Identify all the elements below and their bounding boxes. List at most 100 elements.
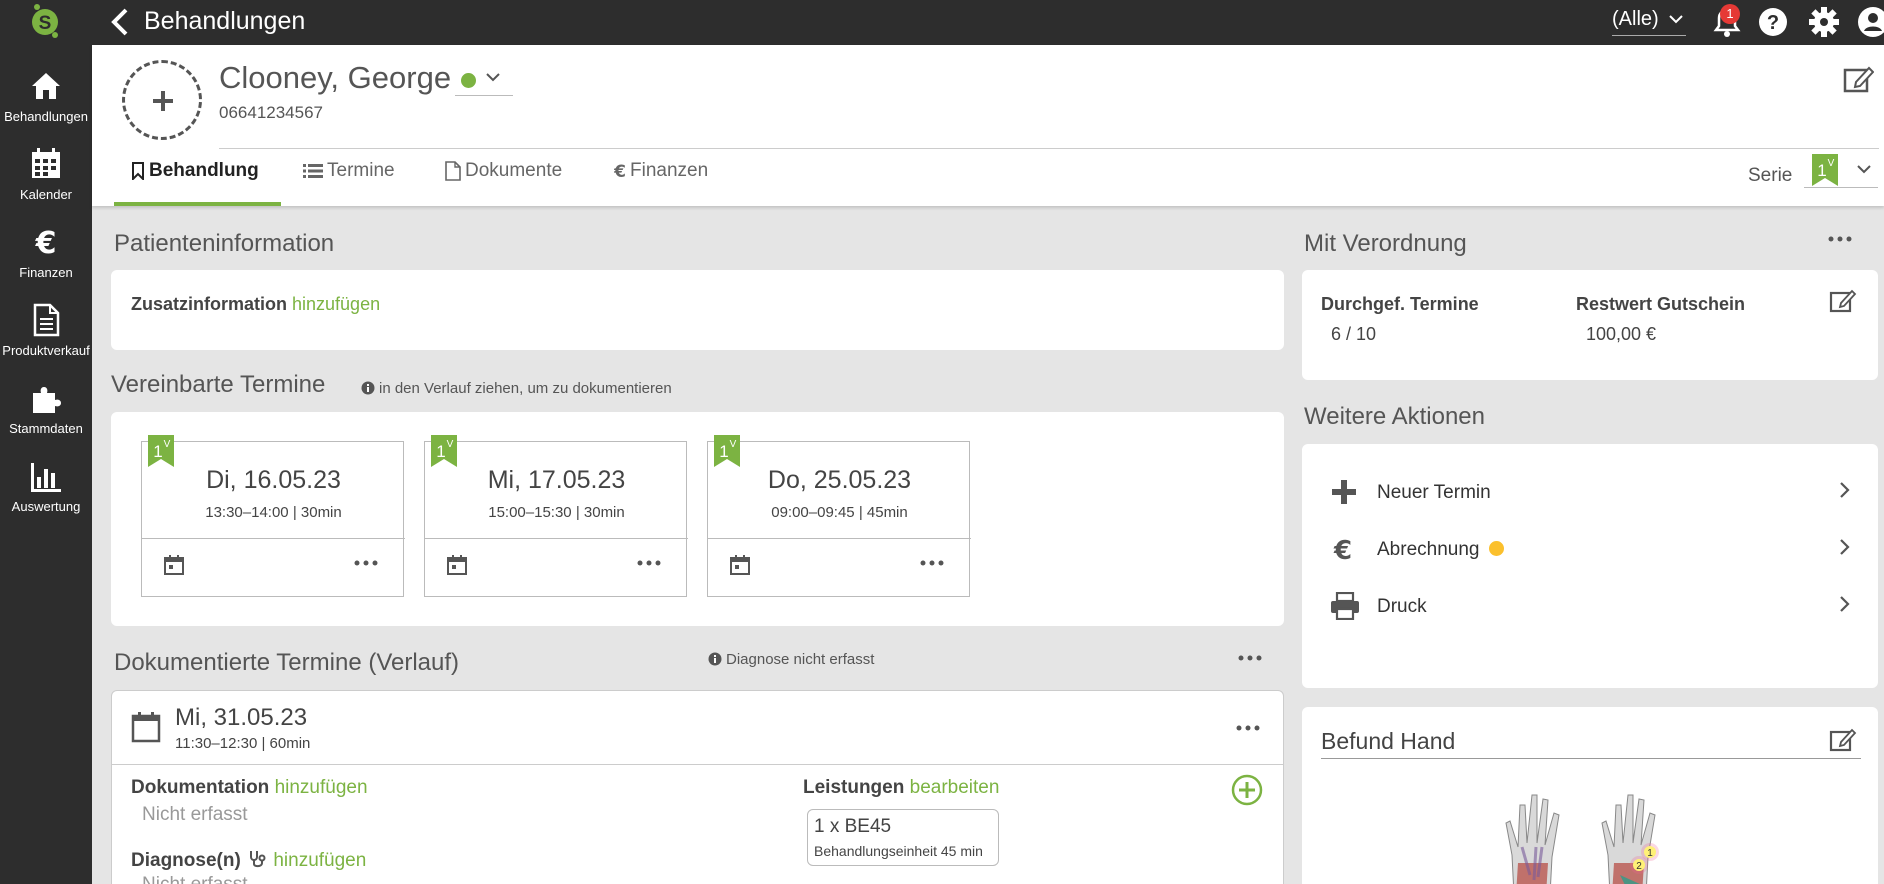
calendar-icon xyxy=(131,711,161,743)
dokumentation-add-link[interactable]: hinzufügen xyxy=(275,777,368,798)
zusatzinformation-add-link[interactable]: hinzufügen xyxy=(292,294,380,314)
calendar-icon[interactable] xyxy=(730,555,750,575)
diagnose-row: Diagnose(n) hinzufügen xyxy=(131,849,366,872)
chevron-down-icon xyxy=(485,70,501,84)
add-circle-icon[interactable] xyxy=(1231,774,1263,806)
file-icon xyxy=(445,161,461,181)
svg-text:V: V xyxy=(1828,158,1835,169)
appointment-card[interactable]: 1V Mi, 17.05.23 15:00–15:30 | 30min xyxy=(424,435,688,597)
left-hand-illustration xyxy=(1505,794,1560,884)
termine-hint-text: in den Verlauf ziehen, um zu dokumentier… xyxy=(379,380,672,397)
tab-finanzen[interactable]: € Finanzen xyxy=(614,160,708,206)
status-dot xyxy=(461,73,476,88)
befund-title: Befund Hand xyxy=(1321,728,1456,754)
serie-badge: 1V xyxy=(1812,154,1838,191)
dokumentation-value: Nicht erfasst xyxy=(142,804,248,825)
restwert-gutschein-value: 100,00 € xyxy=(1586,324,1657,344)
help-icon[interactable]: ? xyxy=(1758,7,1788,37)
tab-behandlung[interactable]: Behandlung xyxy=(114,160,281,206)
action-druck[interactable]: Druck xyxy=(1302,582,1878,632)
chevron-right-icon xyxy=(1838,537,1852,557)
more-options-icon[interactable] xyxy=(920,560,944,566)
hand-anatomy-illustration[interactable]: 1 2 xyxy=(1502,785,1672,884)
serie-label: Serie xyxy=(1748,165,1793,186)
calendar-icon[interactable] xyxy=(447,555,467,575)
more-options-icon[interactable] xyxy=(637,560,661,566)
diagnose-label: Diagnose(n) xyxy=(131,850,241,871)
info-icon xyxy=(708,652,722,666)
patient-status-select[interactable] xyxy=(455,66,513,96)
termine-hint: in den Verlauf ziehen, um zu dokumentier… xyxy=(361,380,672,397)
filter-select[interactable]: (Alle) xyxy=(1612,8,1686,36)
app-logo[interactable]: S xyxy=(26,2,64,40)
sidebar-item-label: Behandlungen xyxy=(4,109,88,124)
action-abrechnung[interactable]: € Abrechnung xyxy=(1302,525,1878,575)
appointment-time: 15:00–15:30 | 30min xyxy=(488,504,625,521)
tab-dokumente[interactable]: Dokumente xyxy=(445,160,562,206)
edit-icon[interactable] xyxy=(1829,288,1857,314)
more-options-icon[interactable] xyxy=(1236,725,1260,731)
durchgef-termine-label: Durchgef. Termine xyxy=(1321,294,1479,314)
section-title-vereinbarte-termine: Vereinbarte Termine xyxy=(111,371,326,398)
bar-chart-icon xyxy=(29,459,63,493)
more-options-icon[interactable] xyxy=(1828,236,1852,242)
calendar-icon[interactable] xyxy=(164,555,184,575)
sidebar-item-label: Kalender xyxy=(19,187,73,202)
sidebar-item-behandlungen[interactable]: Behandlungen xyxy=(0,69,92,139)
serie-select[interactable]: 1V xyxy=(1804,152,1878,188)
section-title-mit-verordnung: Mit Verordnung xyxy=(1304,230,1467,257)
add-avatar-button[interactable] xyxy=(122,60,202,140)
svg-text:?: ? xyxy=(1767,12,1779,34)
befund-marker: 2 xyxy=(1636,861,1642,872)
leistungen-row: Leistungen bearbeiten xyxy=(803,777,999,799)
dokumentation-label: Dokumentation xyxy=(131,777,270,798)
more-options-icon[interactable] xyxy=(354,560,378,566)
verlauf-entry-time: 11:30–12:30 | 60min xyxy=(175,735,311,752)
sidebar-item-produktverkauf[interactable]: Produktverkauf xyxy=(0,303,92,373)
befund-card: Befund Hand 1 2 xyxy=(1302,707,1878,884)
appointment-card[interactable]: 1V Di, 16.05.23 13:30–14:00 | 30min xyxy=(141,435,405,597)
tab-label: Dokumente xyxy=(465,160,563,181)
printer-icon xyxy=(1330,592,1360,620)
svg-text:€: € xyxy=(1333,536,1352,563)
appointment-card[interactable]: 1V Do, 25.05.23 09:00–09:45 | 45min xyxy=(707,435,971,597)
aktionen-card: Neuer Termin € Abrechnung Druck xyxy=(1302,444,1878,688)
appointment-time: 13:30–14:00 | 30min xyxy=(205,504,342,521)
verlauf-hint-text: Diagnose nicht erfasst xyxy=(726,651,875,668)
top-bar: S Behandlungen (Alle) 1 ? xyxy=(0,0,1884,45)
patient-phone: 06641234567 xyxy=(219,103,324,122)
page-title: Behandlungen xyxy=(144,7,306,35)
svg-text:€: € xyxy=(35,226,57,259)
leistung-chip[interactable]: 1 x BE45 Behandlungseinheit 45 min xyxy=(807,809,999,866)
action-label: Druck xyxy=(1377,596,1427,617)
euro-icon: € xyxy=(1330,535,1358,563)
notification-badge: 1 xyxy=(1720,4,1740,24)
more-options-icon[interactable] xyxy=(1238,655,1262,661)
leistungen-edit-link[interactable]: bearbeiten xyxy=(910,777,1000,798)
sidebar-item-stammdaten[interactable]: Stammdaten xyxy=(0,381,92,451)
appointment-date: Do, 25.05.23 xyxy=(767,466,912,494)
divider xyxy=(425,538,688,539)
sidebar-item-finanzen[interactable]: € Finanzen xyxy=(0,225,92,295)
gear-icon[interactable] xyxy=(1808,6,1840,38)
diagnose-add-link[interactable]: hinzufügen xyxy=(273,850,366,871)
restwert-gutschein-label: Restwert Gutschein xyxy=(1576,294,1746,314)
chevron-right-icon xyxy=(1838,480,1852,500)
sidebar-item-label: Auswertung xyxy=(11,499,81,514)
tab-label: Behandlung xyxy=(149,160,259,181)
sidebar-item-auswertung[interactable]: Auswertung xyxy=(0,459,92,529)
svg-text:V: V xyxy=(730,439,737,450)
plus-icon xyxy=(151,89,175,113)
calendar-icon xyxy=(29,147,63,181)
leistung-quantity: 1 x BE45 xyxy=(814,816,892,837)
edit-icon[interactable] xyxy=(1829,727,1857,753)
info-icon xyxy=(361,381,375,395)
sidebar-item-kalender[interactable]: Kalender xyxy=(0,147,92,217)
back-chevron-icon[interactable] xyxy=(108,6,132,38)
svg-text:1: 1 xyxy=(436,442,445,461)
home-icon xyxy=(29,69,63,103)
edit-icon[interactable] xyxy=(1842,64,1875,94)
user-account-icon[interactable] xyxy=(1857,6,1884,38)
tab-termine[interactable]: Termine xyxy=(303,160,395,206)
action-neuer-termin[interactable]: Neuer Termin xyxy=(1302,468,1878,518)
